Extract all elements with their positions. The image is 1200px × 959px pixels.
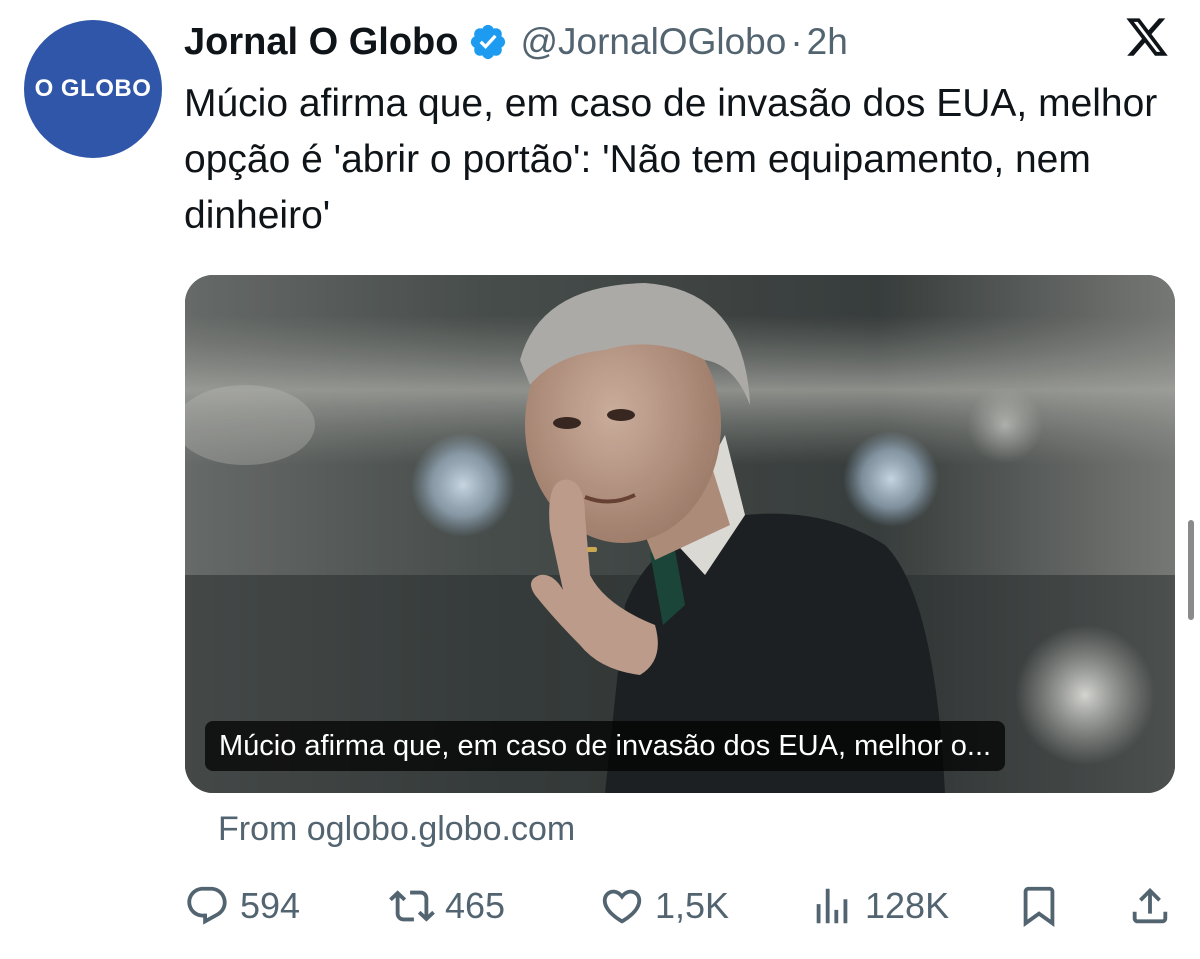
bookmark-icon [1016,883,1062,929]
reply-count: 594 [240,885,301,926]
tweet: O GLOBO Jornal O Globo @JornalOGlobo · 2… [0,0,1200,959]
reply-button[interactable]: 594 [184,878,300,934]
link-card-caption: Múcio afirma que, em caso de invasão dos… [205,721,1006,771]
repost-icon [389,883,435,929]
scrollbar[interactable] [1188,520,1194,620]
like-button[interactable]: 1,5K [599,878,729,934]
views-count: 128K [865,885,950,926]
share-icon [1127,883,1173,929]
link-card-source[interactable]: From oglobo.globo.com [218,810,575,849]
author-handle[interactable]: @JornalOGlobo [520,21,786,63]
news-photo [185,275,1175,793]
heart-icon [599,883,645,929]
like-count: 1,5K [655,885,730,926]
tweet-header: Jornal O Globo @JornalOGlobo · 2h [184,14,848,70]
author-avatar[interactable]: O GLOBO [24,20,162,158]
views-button[interactable]: 128K [809,878,949,934]
author-display-name[interactable]: Jornal O Globo [184,21,458,64]
reply-icon [184,883,230,929]
x-logo-icon[interactable] [1124,14,1170,60]
avatar-logo-text: O GLOBO [34,75,152,102]
views-icon [809,883,855,929]
bookmark-button[interactable] [1016,878,1072,934]
repost-button[interactable]: 465 [389,878,505,934]
repost-count: 465 [445,885,506,926]
share-button[interactable] [1127,878,1183,934]
header-separator: · [790,21,803,62]
tweet-text: Múcio afirma que, em caso de invasão dos… [184,82,1158,237]
tweet-timestamp[interactable]: 2h [807,21,848,63]
link-card-image[interactable]: Múcio afirma que, em caso de invasão dos… [185,275,1175,793]
tweet-actions: 594 465 1,5K 128K [184,878,1174,934]
verified-badge-icon [468,22,508,62]
